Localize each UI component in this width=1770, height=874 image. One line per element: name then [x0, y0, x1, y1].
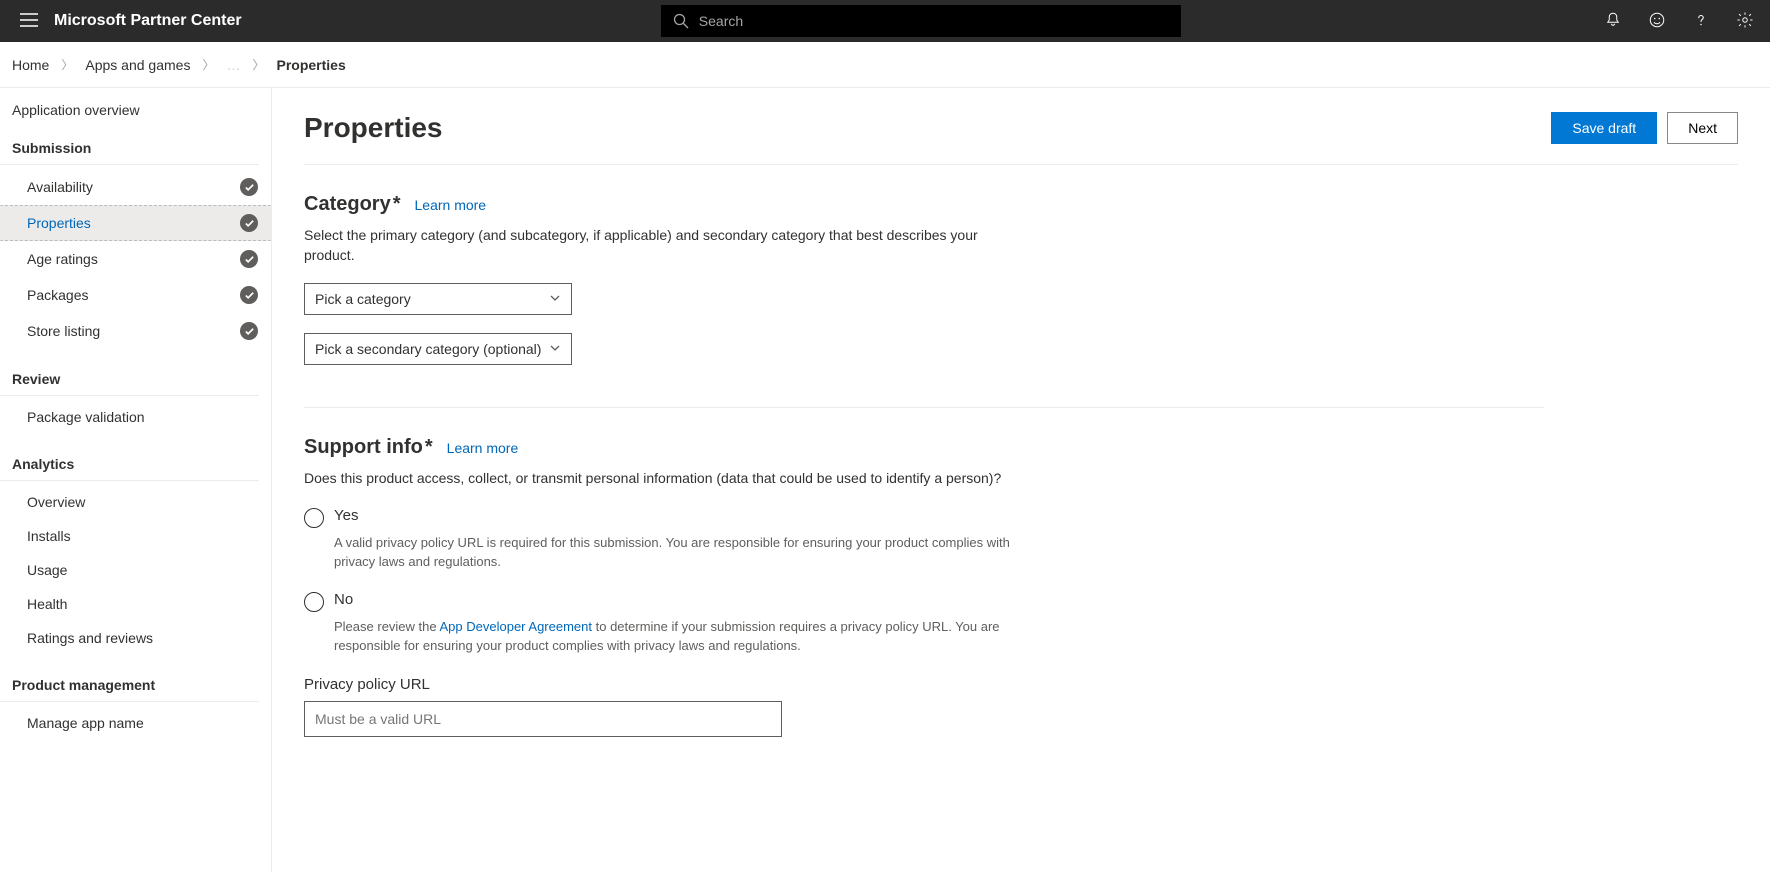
sidebar: Application overview Submission Availabi…: [0, 88, 272, 872]
radio-no[interactable]: [304, 592, 324, 612]
breadcrumb-home[interactable]: Home: [12, 57, 49, 73]
header-icons: [1600, 7, 1758, 36]
radio-no-help: Please review the App Developer Agreemen…: [334, 618, 1014, 656]
settings-icon[interactable]: [1732, 7, 1758, 36]
breadcrumb-hidden: …: [226, 57, 240, 73]
top-header: Microsoft Partner Center: [0, 0, 1770, 42]
privacy-url-input[interactable]: [304, 701, 782, 737]
dropdown-value: Pick a secondary category (optional): [315, 341, 541, 357]
no-help-prefix: Please review the: [334, 619, 440, 634]
checkmark-icon: [240, 286, 258, 304]
brand-title: Microsoft Partner Center: [54, 12, 242, 30]
sidebar-item-availability[interactable]: Availability: [0, 169, 271, 205]
support-heading-text: Support info: [304, 436, 423, 458]
sidebar-item-store-listing[interactable]: Store listing: [0, 313, 271, 349]
checkmark-icon: [240, 178, 258, 196]
chevron-down-icon: [549, 291, 561, 307]
category-section: Category* Learn more Select the primary …: [304, 165, 1544, 408]
search-input[interactable]: [661, 5, 1181, 37]
save-draft-button[interactable]: Save draft: [1551, 112, 1657, 144]
sidebar-item-label: Packages: [27, 287, 88, 303]
category-description: Select the primary category (and subcate…: [304, 226, 1004, 265]
chevron-right-icon: 〉: [61, 56, 73, 73]
category-heading: Category*: [304, 193, 401, 216]
sidebar-item-label: Store listing: [27, 323, 100, 339]
dropdown-value: Pick a category: [315, 291, 411, 307]
sidebar-item-label: Usage: [27, 562, 67, 578]
sidebar-heading-review: Review: [0, 361, 259, 396]
secondary-category-dropdown[interactable]: Pick a secondary category (optional): [304, 333, 572, 365]
required-star: *: [425, 436, 433, 458]
radio-yes-label: Yes: [334, 507, 358, 524]
sidebar-item-age-ratings[interactable]: Age ratings: [0, 241, 271, 277]
sidebar-app-overview[interactable]: Application overview: [12, 102, 140, 118]
sidebar-item-label: Overview: [27, 494, 85, 510]
help-icon[interactable]: [1688, 7, 1714, 36]
sidebar-item-label: Health: [27, 596, 67, 612]
sidebar-item-label: Manage app name: [27, 715, 144, 731]
sidebar-item-installs[interactable]: Installs: [0, 519, 271, 553]
sidebar-item-label: Age ratings: [27, 251, 98, 267]
sidebar-item-manage-app-name[interactable]: Manage app name: [0, 706, 271, 740]
checkmark-icon: [240, 214, 258, 232]
radio-yes-help: A valid privacy policy URL is required f…: [334, 534, 1014, 572]
support-learn-more-link[interactable]: Learn more: [447, 440, 519, 456]
sidebar-item-usage[interactable]: Usage: [0, 553, 271, 587]
app-developer-agreement-link[interactable]: App Developer Agreement: [440, 619, 592, 634]
sidebar-item-label: Ratings and reviews: [27, 630, 153, 646]
privacy-url-label: Privacy policy URL: [304, 676, 1544, 693]
chevron-right-icon: 〉: [252, 56, 264, 73]
primary-category-dropdown[interactable]: Pick a category: [304, 283, 572, 315]
main-content: Properties Save draft Next Category* Lea…: [272, 88, 1770, 872]
page-title: Properties: [304, 112, 443, 144]
sidebar-item-properties[interactable]: Properties: [0, 205, 271, 241]
feedback-icon[interactable]: [1644, 7, 1670, 36]
sidebar-heading-submission: Submission: [0, 130, 259, 165]
hamburger-icon[interactable]: [12, 5, 46, 38]
next-button[interactable]: Next: [1667, 112, 1738, 144]
sidebar-item-label: Availability: [27, 179, 93, 195]
radio-no-label: No: [334, 591, 353, 608]
notifications-icon[interactable]: [1600, 7, 1626, 36]
sidebar-item-label: Properties: [27, 215, 91, 231]
sidebar-item-label: Package validation: [27, 409, 145, 425]
sidebar-item-ratings-reviews[interactable]: Ratings and reviews: [0, 621, 271, 655]
search-icon: [673, 13, 689, 32]
chevron-down-icon: [549, 341, 561, 357]
sidebar-heading-analytics: Analytics: [0, 446, 259, 481]
category-heading-text: Category: [304, 193, 391, 215]
breadcrumb-apps[interactable]: Apps and games: [85, 57, 190, 73]
support-heading: Support info*: [304, 436, 433, 459]
support-question: Does this product access, collect, or tr…: [304, 469, 1004, 489]
support-info-section: Support info* Learn more Does this produ…: [304, 408, 1544, 761]
radio-yes[interactable]: [304, 508, 324, 528]
sidebar-item-overview[interactable]: Overview: [0, 485, 271, 519]
sidebar-item-package-validation[interactable]: Package validation: [0, 400, 271, 434]
category-learn-more-link[interactable]: Learn more: [415, 197, 487, 213]
sidebar-heading-product-management: Product management: [0, 667, 259, 702]
checkmark-icon: [240, 250, 258, 268]
search-wrap: [661, 5, 1181, 37]
required-star: *: [393, 193, 401, 215]
checkmark-icon: [240, 322, 258, 340]
sidebar-item-label: Installs: [27, 528, 71, 544]
sidebar-item-health[interactable]: Health: [0, 587, 271, 621]
chevron-right-icon: 〉: [202, 56, 214, 73]
breadcrumb: Home 〉 Apps and games 〉 … 〉 Properties: [0, 42, 1770, 88]
sidebar-item-packages[interactable]: Packages: [0, 277, 271, 313]
breadcrumb-current: Properties: [276, 57, 345, 73]
